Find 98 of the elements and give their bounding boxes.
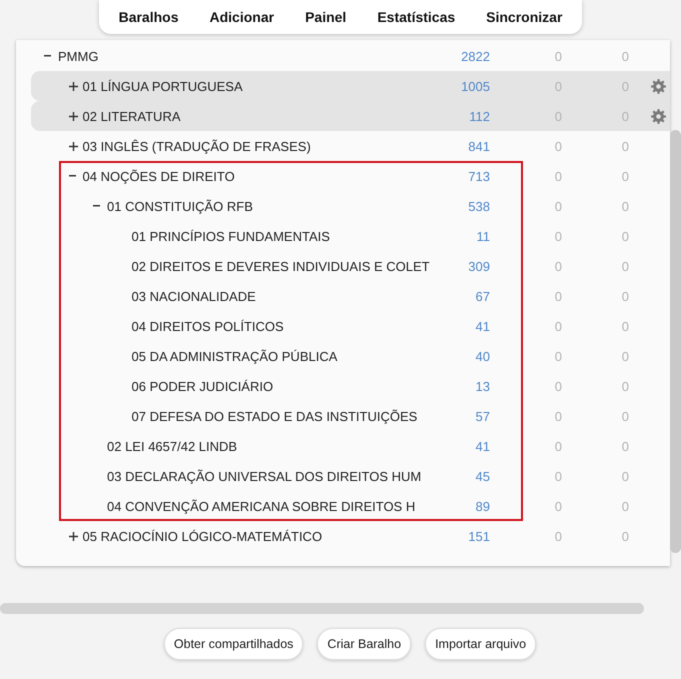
card-count: 0 [622, 318, 629, 334]
deck-name[interactable]: 06 PODER JUDICIÁRIO [132, 378, 274, 394]
card-count: 0 [622, 408, 629, 424]
card-count: 0 [622, 438, 629, 454]
deck-name[interactable]: PMMG [58, 48, 98, 64]
card-count: 0 [622, 48, 629, 64]
card-count: 0 [622, 228, 629, 244]
vertical-scrollbar-thumb[interactable] [670, 130, 681, 553]
footer-button[interactable]: Obter compartilhados [164, 628, 304, 660]
gear-icon[interactable] [651, 108, 666, 124]
card-count: 45 [476, 468, 490, 484]
deck-row[interactable]: 05 RACIOCÍNIO LÓGICO-MATEMÁTICO 151 0 0 [31, 521, 670, 551]
card-count: 0 [554, 288, 562, 304]
card-count: 0 [622, 468, 629, 484]
card-count: 11 [476, 228, 490, 244]
card-count: 0 [622, 198, 629, 214]
card-count: 0 [554, 438, 562, 454]
card-count: 0 [554, 468, 562, 484]
deck-name[interactable]: 04 NOÇÕES DE DIREITO [82, 168, 235, 184]
deck-row[interactable]: PMMG 2822 0 0 [31, 41, 670, 71]
deck-name[interactable]: 04 CONVENÇÃO AMERICANA SOBRE DIREITOS H [107, 498, 416, 514]
deck-name[interactable]: 03 INGLÊS (TRADUÇÃO DE FRASES) [82, 138, 311, 154]
horizontal-scrollbar-thumb[interactable] [0, 603, 644, 614]
deck-name[interactable]: 01 CONSTITUIÇÃO RFB [107, 198, 253, 214]
card-count: 0 [554, 378, 562, 394]
minus-icon[interactable] [44, 55, 51, 57]
nav-link[interactable]: Painel [305, 9, 346, 25]
card-count: 0 [622, 528, 629, 544]
deck-name[interactable]: 01 PRINCÍPIOS FUNDAMENTAIS [132, 228, 330, 244]
card-count: 2822 [461, 48, 490, 64]
deck-name[interactable]: 03 DECLARAÇÃO UNIVERSAL DOS DIREITOS HUM [107, 468, 422, 484]
plus-icon[interactable] [68, 112, 78, 120]
deck-row[interactable]: 05 DA ADMINISTRAÇÃO PÚBLICA 40 0 0 [31, 341, 670, 371]
deck-name[interactable]: 05 DA ADMINISTRAÇÃO PÚBLICA [132, 348, 338, 364]
plus-icon[interactable] [68, 82, 78, 90]
card-count: 0 [622, 258, 629, 274]
nav-link[interactable]: Sincronizar [486, 9, 562, 25]
card-count: 0 [554, 48, 562, 64]
card-count: 0 [554, 528, 562, 544]
gear-icon[interactable] [651, 78, 666, 94]
deck-row[interactable]: 01 PRINCÍPIOS FUNDAMENTAIS 11 0 0 [31, 221, 670, 251]
card-count: 0 [622, 498, 629, 514]
minus-icon[interactable] [93, 205, 100, 207]
card-count: 67 [476, 288, 490, 304]
card-count: 0 [622, 138, 629, 154]
deck-name[interactable]: 05 RACIOCÍNIO LÓGICO-MATEMÁTICO [82, 528, 322, 544]
footer-button[interactable]: Criar Baralho [317, 628, 412, 660]
card-count: 0 [622, 378, 629, 394]
card-count: 0 [554, 138, 562, 154]
card-count: 57 [476, 408, 490, 424]
deck-name[interactable]: 02 LEI 4657/42 LINDB [107, 438, 238, 454]
deck-row[interactable]: 06 PODER JUDICIÁRIO 13 0 0 [31, 371, 670, 401]
card-count: 40 [476, 348, 490, 364]
card-count: 41 [476, 318, 490, 334]
deck-name[interactable]: 01 LÍNGUA PORTUGUESA [82, 78, 243, 94]
deck-row[interactable]: 03 DECLARAÇÃO UNIVERSAL DOS DIREITOS HUM 45 0 0 [31, 461, 670, 491]
card-count: 89 [476, 498, 490, 514]
card-count: 538 [468, 198, 490, 214]
nav-link[interactable]: Adicionar [210, 9, 274, 25]
deck-name[interactable]: 03 NACIONALIDADE [132, 288, 256, 304]
deck-row[interactable]: 02 DIREITOS E DEVERES INDIVIDUAIS E COLET 309 0 0 [31, 251, 670, 281]
deck-name[interactable]: 07 DEFESA DO ESTADO E DAS INSTITUIÇÕES [132, 408, 418, 424]
card-count: 41 [476, 438, 490, 454]
deck-row[interactable]: 07 DEFESA DO ESTADO E DAS INSTITUIÇÕES 57 0 0 [31, 401, 670, 431]
card-count: 151 [468, 528, 490, 544]
deck-name[interactable]: 02 DIREITOS E DEVERES INDIVIDUAIS E COLET [132, 258, 430, 274]
card-count: 0 [554, 498, 562, 514]
deck-row[interactable]: 03 INGLÊS (TRADUÇÃO DE FRASES) 841 0 0 [31, 131, 670, 161]
card-count: 0 [554, 408, 562, 424]
footer-button[interactable]: Importar arquivo [425, 628, 536, 660]
deck-row[interactable]: 04 DIREITOS POLÍTICOS 41 0 0 [31, 311, 670, 341]
nav-link[interactable]: Estatísticas [377, 9, 456, 25]
card-count: 0 [554, 198, 562, 214]
card-count: 112 [469, 108, 490, 124]
card-count: 0 [554, 258, 562, 274]
card-count: 0 [554, 168, 562, 184]
card-count: 0 [554, 318, 562, 334]
card-count: 0 [554, 228, 562, 244]
card-count: 1005 [461, 78, 490, 94]
deck-row[interactable]: 04 CONVENÇÃO AMERICANA SOBRE DIREITOS H 89 0 0 [31, 491, 670, 521]
card-count: 0 [554, 348, 562, 364]
minus-icon[interactable] [68, 175, 76, 177]
deck-name[interactable]: 04 DIREITOS POLÍTICOS [132, 318, 284, 334]
card-count: 0 [622, 288, 629, 304]
card-count: 0 [622, 168, 629, 184]
card-count: 309 [468, 258, 490, 274]
plus-icon[interactable] [68, 532, 78, 540]
nav-link[interactable]: Baralhos [118, 9, 178, 25]
card-count: 0 [622, 348, 629, 364]
plus-icon[interactable] [68, 142, 78, 150]
deck-row[interactable]: 02 LEI 4657/42 LINDB 41 0 0 [31, 431, 670, 461]
deck-row[interactable]: 03 NACIONALIDADE 67 0 0 [31, 281, 670, 311]
deck-row[interactable]: 04 NOÇÕES DE DIREITO 713 0 0 [31, 161, 670, 191]
card-count: 713 [468, 168, 490, 184]
card-count: 13 [476, 378, 490, 394]
deck-name[interactable]: 02 LITERATURA [82, 108, 181, 124]
deck-row[interactable]: 01 CONSTITUIÇÃO RFB 538 0 0 [31, 191, 670, 221]
card-count: 841 [468, 138, 490, 154]
